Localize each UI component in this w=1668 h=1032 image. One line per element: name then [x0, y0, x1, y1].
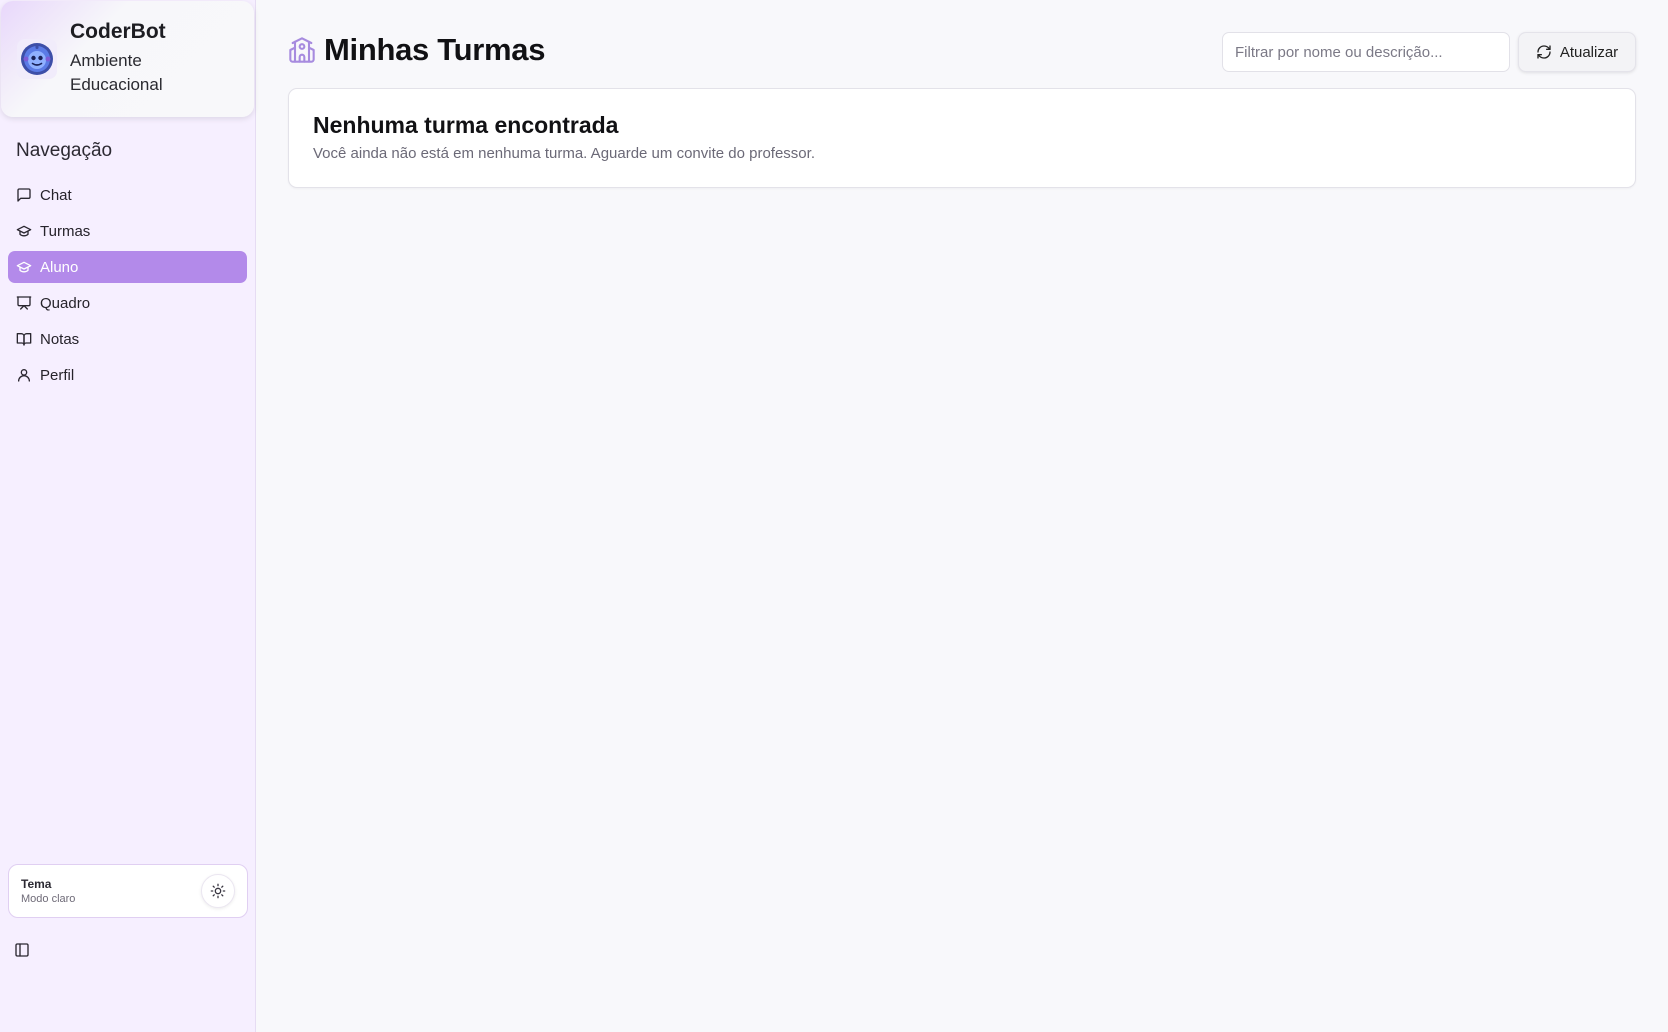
graduation-cap-icon: [16, 261, 32, 273]
page-header: Minhas Turmas: [288, 32, 545, 68]
presentation-icon: [16, 296, 32, 310]
refresh-label: Atualizar: [1559, 43, 1619, 61]
sidebar-toggle-icon[interactable]: [14, 942, 30, 958]
graduation-cap-icon: [16, 225, 32, 237]
theme-label: Tema: [21, 877, 52, 891]
empty-state-description: Você ainda não está em nenhuma turma. Ag…: [313, 145, 815, 162]
sidebar-item-label: Aluno: [40, 258, 79, 276]
book-open-icon: [16, 333, 32, 346]
robot-avatar-icon: [21, 43, 53, 75]
theme-card: Tema Modo claro: [8, 864, 248, 918]
empty-state-card: Nenhuma turma encontrada Você ainda não …: [288, 88, 1636, 188]
page-title: Minhas Turmas: [324, 32, 546, 67]
sidebar-item-label: Notas: [40, 330, 80, 348]
sidebar-item-label: Perfil: [40, 366, 75, 384]
refresh-button[interactable]: Atualizar: [1518, 32, 1636, 72]
refresh-icon: [1537, 45, 1551, 59]
sidebar-item-turmas[interactable]: Turmas: [8, 215, 247, 247]
sidebar-item-label: Turmas: [40, 222, 91, 240]
filter-input[interactable]: [1222, 32, 1510, 72]
sidebar: CoderBot Ambiente Educacional Navegação …: [0, 0, 256, 1032]
coderbot-logo: [17, 39, 57, 79]
sidebar-item-perfil[interactable]: Perfil: [8, 359, 247, 391]
brand-name: CoderBot: [70, 20, 166, 43]
brand-subtitle: Ambiente Educacional: [70, 51, 163, 94]
theme-toggle-button[interactable]: [201, 874, 235, 908]
brand-header: CoderBot Ambiente Educacional: [1, 1, 254, 117]
user-icon: [18, 369, 30, 382]
sidebar-item-notas[interactable]: Notas: [8, 323, 247, 355]
theme-mode: Modo claro: [21, 893, 76, 905]
school-icon: [289, 37, 315, 63]
main-content: Minhas Turmas Atualizar Nenhuma turma en…: [256, 0, 1668, 1032]
sidebar-item-chat[interactable]: Chat: [8, 179, 247, 211]
sun-icon: [210, 883, 226, 899]
sidebar-item-aluno[interactable]: Aluno: [8, 251, 247, 283]
message-square-icon: [17, 188, 31, 202]
sidebar-item-quadro[interactable]: Quadro: [8, 287, 247, 319]
app: CoderBot Ambiente Educacional Navegação …: [0, 0, 1668, 1032]
nav-title: Navegação: [16, 140, 113, 161]
sidebar-item-label: Chat: [40, 186, 72, 204]
empty-state-title: Nenhuma turma encontrada: [313, 112, 619, 138]
sidebar-item-label: Quadro: [40, 294, 91, 312]
nav-list: Chat Turmas Aluno Quadro Notas Perfil: [0, 179, 255, 395]
